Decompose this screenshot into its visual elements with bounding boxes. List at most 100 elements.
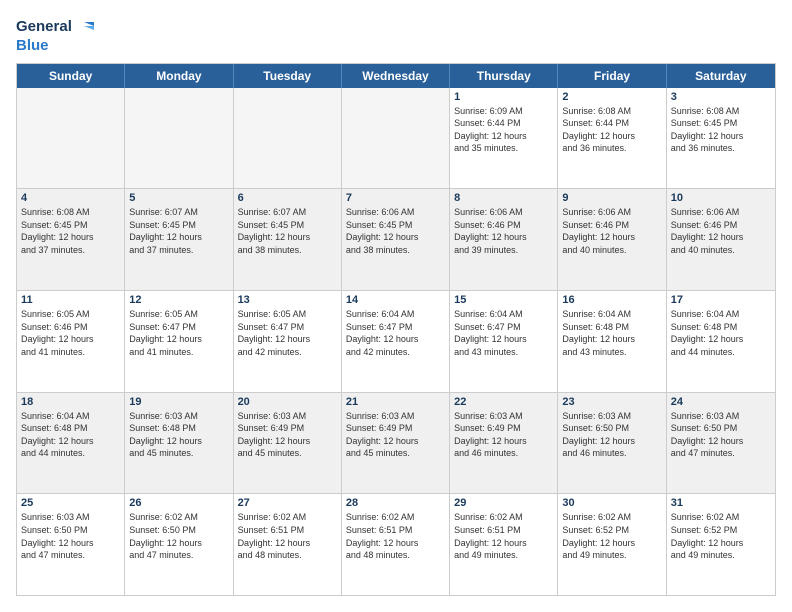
calendar-cell: 4 Sunrise: 6:08 AM Sunset: 6:45 PM Daylig… <box>17 189 125 290</box>
calendar-cell: 15 Sunrise: 6:04 AM Sunset: 6:47 PM Dayli… <box>450 291 558 392</box>
calendar-cell: 7Sunrise: 6:06 AM Sunset: 6:45 PM Daylig… <box>342 189 450 290</box>
day-info: Sunrise: 6:05 AM Sunset: 6:47 PM Dayligh… <box>129 308 228 358</box>
day-info: Sunrise: 6:02 AM Sunset: 6:51 PM Dayligh… <box>454 511 553 561</box>
calendar-cell: 13 Sunrise: 6:05 AM Sunset: 6:47 PM Dayli… <box>234 291 342 392</box>
day-info: Sunrise: 6:04 AM Sunset: 6:48 PM Dayligh… <box>671 308 771 358</box>
day-number: 28 <box>346 497 445 509</box>
calendar-header-cell: Saturday <box>667 64 775 88</box>
calendar-body: 1 Sunrise: 6:09 AM Sunset: 6:44 PM Daylig… <box>17 88 775 596</box>
day-number: 2 <box>562 91 661 103</box>
day-info: Sunrise: 6:07 AM Sunset: 6:45 PM Dayligh… <box>238 206 337 256</box>
calendar-cell: 12 Sunrise: 6:05 AM Sunset: 6:47 PM Dayli… <box>125 291 233 392</box>
day-number: 15 <box>454 294 553 306</box>
calendar-header: SundayMondayTuesdayWednesdayThursdayFrid… <box>17 64 775 88</box>
calendar-cell: 29 Sunrise: 6:02 AM Sunset: 6:51 PM Dayli… <box>450 494 558 595</box>
day-info: Sunrise: 6:06 AM Sunset: 6:45 PM Dayligh… <box>346 206 445 256</box>
day-info: Sunrise: 6:05 AM Sunset: 6:46 PM Dayligh… <box>21 308 120 358</box>
day-info: Sunrise: 6:04 AM Sunset: 6:47 PM Dayligh… <box>454 308 553 358</box>
calendar-row: 18 Sunrise: 6:04 AM Sunset: 6:48 PM Dayli… <box>17 392 775 494</box>
calendar-cell: 14Sunrise: 6:04 AM Sunset: 6:47 PM Dayli… <box>342 291 450 392</box>
day-info: Sunrise: 6:06 AM Sunset: 6:46 PM Dayligh… <box>671 206 771 256</box>
day-number: 6 <box>238 192 337 204</box>
day-number: 20 <box>238 396 337 408</box>
calendar-cell: 17 Sunrise: 6:04 AM Sunset: 6:48 PM Dayli… <box>667 291 775 392</box>
logo-bird-icon <box>74 16 96 38</box>
day-number: 24 <box>671 396 771 408</box>
day-number: 8 <box>454 192 553 204</box>
calendar-cell: 6 Sunrise: 6:07 AM Sunset: 6:45 PM Daylig… <box>234 189 342 290</box>
calendar-cell: 31 Sunrise: 6:02 AM Sunset: 6:52 PM Dayli… <box>667 494 775 595</box>
day-info: Sunrise: 6:05 AM Sunset: 6:47 PM Dayligh… <box>238 308 337 358</box>
calendar-cell: 3Sunrise: 6:08 AM Sunset: 6:45 PM Daylig… <box>667 88 775 189</box>
day-number: 5 <box>129 192 228 204</box>
day-number: 23 <box>562 396 661 408</box>
calendar-row: 1 Sunrise: 6:09 AM Sunset: 6:44 PM Daylig… <box>17 88 775 189</box>
day-info: Sunrise: 6:03 AM Sunset: 6:48 PM Dayligh… <box>129 410 228 460</box>
day-info: Sunrise: 6:02 AM Sunset: 6:52 PM Dayligh… <box>562 511 661 561</box>
calendar-cell: 11 Sunrise: 6:05 AM Sunset: 6:46 PM Dayli… <box>17 291 125 392</box>
day-info: Sunrise: 6:08 AM Sunset: 6:45 PM Dayligh… <box>671 105 771 155</box>
day-info: Sunrise: 6:06 AM Sunset: 6:46 PM Dayligh… <box>562 206 661 256</box>
calendar-cell: 19 Sunrise: 6:03 AM Sunset: 6:48 PM Dayli… <box>125 393 233 494</box>
day-info: Sunrise: 6:06 AM Sunset: 6:46 PM Dayligh… <box>454 206 553 256</box>
calendar-cell: 28 Sunrise: 6:02 AM Sunset: 6:51 PM Dayli… <box>342 494 450 595</box>
day-number: 17 <box>671 294 771 306</box>
day-number: 13 <box>238 294 337 306</box>
calendar-header-cell: Wednesday <box>342 64 450 88</box>
calendar-cell: 16Sunrise: 6:04 AM Sunset: 6:48 PM Dayli… <box>558 291 666 392</box>
day-number: 27 <box>238 497 337 509</box>
day-number: 19 <box>129 396 228 408</box>
calendar-cell: 9Sunrise: 6:06 AM Sunset: 6:46 PM Daylig… <box>558 189 666 290</box>
day-info: Sunrise: 6:04 AM Sunset: 6:48 PM Dayligh… <box>21 410 120 460</box>
day-info: Sunrise: 6:03 AM Sunset: 6:50 PM Dayligh… <box>562 410 661 460</box>
day-number: 12 <box>129 294 228 306</box>
day-info: Sunrise: 6:07 AM Sunset: 6:45 PM Dayligh… <box>129 206 228 256</box>
calendar-cell: 30Sunrise: 6:02 AM Sunset: 6:52 PM Dayli… <box>558 494 666 595</box>
day-number: 11 <box>21 294 120 306</box>
calendar-cell: 24 Sunrise: 6:03 AM Sunset: 6:50 PM Dayli… <box>667 393 775 494</box>
calendar-row: 11 Sunrise: 6:05 AM Sunset: 6:46 PM Dayli… <box>17 290 775 392</box>
day-info: Sunrise: 6:08 AM Sunset: 6:44 PM Dayligh… <box>562 105 661 155</box>
calendar-cell: 23 Sunrise: 6:03 AM Sunset: 6:50 PM Dayli… <box>558 393 666 494</box>
calendar-header-cell: Sunday <box>17 64 125 88</box>
day-info: Sunrise: 6:02 AM Sunset: 6:50 PM Dayligh… <box>129 511 228 561</box>
page-header: General Blue <box>16 16 776 55</box>
calendar-cell: 26 Sunrise: 6:02 AM Sunset: 6:50 PM Dayli… <box>125 494 233 595</box>
day-info: Sunrise: 6:02 AM Sunset: 6:51 PM Dayligh… <box>238 511 337 561</box>
day-number: 25 <box>21 497 120 509</box>
calendar-cell: 27 Sunrise: 6:02 AM Sunset: 6:51 PM Dayli… <box>234 494 342 595</box>
day-info: Sunrise: 6:02 AM Sunset: 6:52 PM Dayligh… <box>671 511 771 561</box>
day-number: 26 <box>129 497 228 509</box>
calendar-cell: 8 Sunrise: 6:06 AM Sunset: 6:46 PM Daylig… <box>450 189 558 290</box>
day-number: 22 <box>454 396 553 408</box>
calendar-row: 25 Sunrise: 6:03 AM Sunset: 6:50 PM Dayli… <box>17 493 775 595</box>
day-info: Sunrise: 6:03 AM Sunset: 6:49 PM Dayligh… <box>454 410 553 460</box>
day-number: 14 <box>346 294 445 306</box>
day-number: 18 <box>21 396 120 408</box>
calendar-header-cell: Friday <box>558 64 666 88</box>
calendar-cell: 1 Sunrise: 6:09 AM Sunset: 6:44 PM Daylig… <box>450 88 558 189</box>
day-info: Sunrise: 6:03 AM Sunset: 6:50 PM Dayligh… <box>671 410 771 460</box>
day-info: Sunrise: 6:02 AM Sunset: 6:51 PM Dayligh… <box>346 511 445 561</box>
calendar-cell: 21Sunrise: 6:03 AM Sunset: 6:49 PM Dayli… <box>342 393 450 494</box>
calendar-cell <box>342 88 450 189</box>
day-info: Sunrise: 6:08 AM Sunset: 6:45 PM Dayligh… <box>21 206 120 256</box>
day-info: Sunrise: 6:09 AM Sunset: 6:44 PM Dayligh… <box>454 105 553 155</box>
day-info: Sunrise: 6:03 AM Sunset: 6:49 PM Dayligh… <box>238 410 337 460</box>
calendar-header-cell: Monday <box>125 64 233 88</box>
day-number: 31 <box>671 497 771 509</box>
day-number: 4 <box>21 192 120 204</box>
day-info: Sunrise: 6:03 AM Sunset: 6:50 PM Dayligh… <box>21 511 120 561</box>
calendar-cell: 25 Sunrise: 6:03 AM Sunset: 6:50 PM Dayli… <box>17 494 125 595</box>
day-number: 29 <box>454 497 553 509</box>
calendar-header-cell: Thursday <box>450 64 558 88</box>
day-info: Sunrise: 6:03 AM Sunset: 6:49 PM Dayligh… <box>346 410 445 460</box>
calendar-cell: 2 Sunrise: 6:08 AM Sunset: 6:44 PM Daylig… <box>558 88 666 189</box>
day-number: 1 <box>454 91 553 103</box>
calendar-cell: 18 Sunrise: 6:04 AM Sunset: 6:48 PM Dayli… <box>17 393 125 494</box>
day-info: Sunrise: 6:04 AM Sunset: 6:48 PM Dayligh… <box>562 308 661 358</box>
calendar-cell: 20 Sunrise: 6:03 AM Sunset: 6:49 PM Dayli… <box>234 393 342 494</box>
calendar: SundayMondayTuesdayWednesdayThursdayFrid… <box>16 63 776 597</box>
logo: General Blue <box>16 16 96 55</box>
calendar-cell <box>234 88 342 189</box>
